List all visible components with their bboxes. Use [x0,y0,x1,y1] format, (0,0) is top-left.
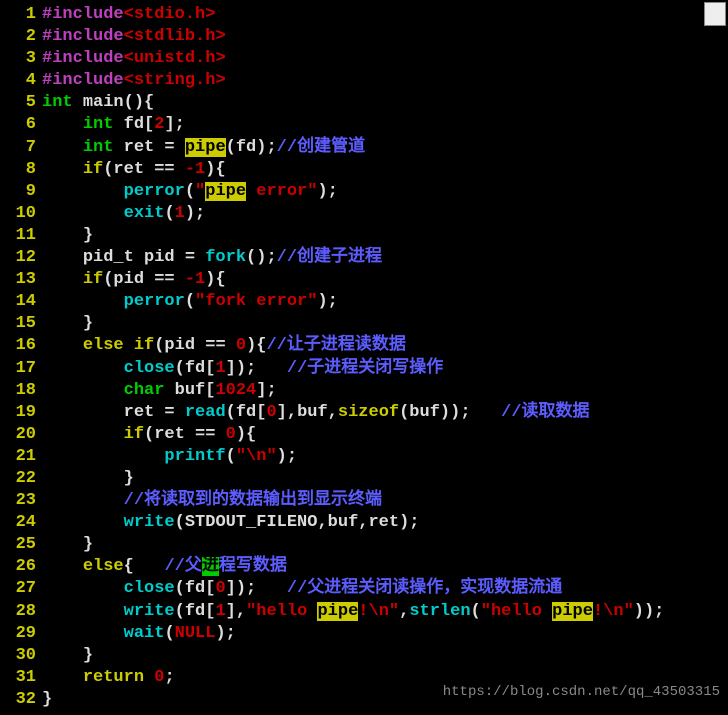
code-line: 3#include<unistd.h> [0,48,728,70]
code-line: 11 } [0,225,728,247]
line-number: 1 [0,4,42,26]
highlight-cursor: 进 [202,557,219,576]
code-line: 21 printf("\n"); [0,446,728,468]
code-line: 25 } [0,534,728,556]
line-number: 26 [0,556,42,578]
line-number: 18 [0,380,42,402]
line-number: 10 [0,203,42,225]
code-line: 8 if(ret == -1){ [0,159,728,181]
code-line: 17 close(fd[1]); //子进程关闭写操作 [0,358,728,380]
line-number: 11 [0,225,42,247]
code-line: 28 write(fd[1],"hello pipe!\n",strlen("h… [0,601,728,623]
line-number: 8 [0,159,42,181]
code-line: 9 perror("pipe error"); [0,181,728,203]
line-number: 5 [0,92,42,114]
highlight-pipe: pipe [317,602,358,621]
code-line: 14 perror("fork error"); [0,291,728,313]
highlight-pipe: pipe [205,182,246,201]
code-line: 23 //将读取到的数据输出到显示终端 [0,490,728,512]
line-number: 27 [0,578,42,600]
line-number: 3 [0,48,42,70]
code-line: 24 write(STDOUT_FILENO,buf,ret); [0,512,728,534]
line-number: 19 [0,402,42,424]
code-line: 19 ret = read(fd[0],buf,sizeof(buf)); //… [0,402,728,424]
code-line: 12 pid_t pid = fork();//创建子进程 [0,247,728,269]
code-line: 26 else{ //父进程写数据 [0,556,728,578]
highlight-pipe: pipe [185,138,226,157]
line-number: 28 [0,601,42,623]
code-line: 16 else if(pid == 0){//让子进程读数据 [0,335,728,357]
code-line: 29 wait(NULL); [0,623,728,645]
watermark: https://blog.csdn.net/qq_43503315 [443,683,720,701]
line-number: 24 [0,512,42,534]
line-number: 4 [0,70,42,92]
code-line: 4#include<string.h> [0,70,728,92]
code-line: 15 } [0,313,728,335]
scroll-indicator [704,2,726,26]
line-number: 6 [0,114,42,136]
line-number: 32 [0,689,42,711]
code-editor: 1#include<stdio.h> 2#include<stdlib.h> 3… [0,0,728,715]
code-line: 5int main(){ [0,92,728,114]
code-line: 27 close(fd[0]); //父进程关闭读操作，实现数据流通 [0,578,728,600]
line-number: 17 [0,358,42,380]
line-number: 13 [0,269,42,291]
line-number: 25 [0,534,42,556]
line-number: 21 [0,446,42,468]
line-number: 22 [0,468,42,490]
line-number: 9 [0,181,42,203]
code-line: 6 int fd[2]; [0,114,728,136]
line-number: 14 [0,291,42,313]
code-line: 22 } [0,468,728,490]
highlight-pipe: pipe [552,602,593,621]
code-line: 1#include<stdio.h> [0,4,728,26]
line-number: 23 [0,490,42,512]
code-line: 20 if(ret == 0){ [0,424,728,446]
code-line: 30 } [0,645,728,667]
line-number: 2 [0,26,42,48]
code-line: 2#include<stdlib.h> [0,26,728,48]
line-number: 30 [0,645,42,667]
code-line: 13 if(pid == -1){ [0,269,728,291]
line-number: 16 [0,335,42,357]
line-number: 7 [0,137,42,159]
line-number: 29 [0,623,42,645]
code-line: 7 int ret = pipe(fd);//创建管道 [0,137,728,159]
code-line: 18 char buf[1024]; [0,380,728,402]
line-number: 31 [0,667,42,689]
line-number: 12 [0,247,42,269]
line-number: 20 [0,424,42,446]
code-line: 10 exit(1); [0,203,728,225]
line-number: 15 [0,313,42,335]
